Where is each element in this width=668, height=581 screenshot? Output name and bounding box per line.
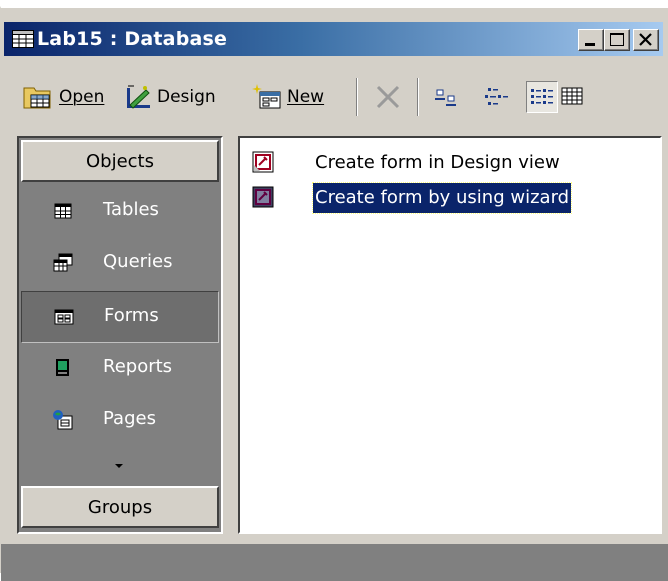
page-icon [53, 410, 73, 430]
status-bar [1, 544, 668, 581]
small-icons-icon [485, 88, 508, 105]
forms-list-pane: Create form in Design view Create form b… [238, 136, 662, 534]
object-item-forms[interactable]: Forms [21, 291, 219, 343]
list-view-button[interactable] [526, 81, 558, 113]
query-icon [53, 253, 73, 272]
open-button[interactable]: Open [22, 80, 104, 114]
close-icon [639, 33, 652, 46]
form-icon [54, 309, 74, 325]
object-item-label: Forms [104, 305, 159, 326]
delete-button[interactable] [372, 80, 404, 114]
groups-header-label: Groups [87, 496, 153, 518]
new-icon [252, 84, 281, 109]
design-label: Design [157, 87, 216, 107]
close-button[interactable] [633, 29, 659, 51]
minimize-button[interactable] [578, 29, 604, 51]
list-icon [531, 89, 553, 104]
database-toolbar: Open Design New [4, 60, 663, 132]
object-item-label: Queries [103, 251, 173, 272]
design-icon [127, 85, 150, 109]
database-window: Lab15 : Database Open Design New Objects… [0, 6, 668, 581]
report-icon [56, 359, 69, 376]
object-item-reports[interactable]: Reports [21, 343, 219, 395]
design-button[interactable]: Design [124, 80, 216, 114]
open-label: Open [59, 87, 105, 107]
table-icon [54, 203, 72, 219]
large-icons-view-button[interactable] [432, 81, 464, 113]
list-item-label: Create form by using wizard [311, 182, 573, 214]
objects-header-button[interactable]: Objects [21, 140, 219, 182]
objects-bar: Objects Tables Queries Forms Reports Pag… [17, 136, 223, 534]
minimize-icon [585, 43, 595, 46]
toolbar-separator [356, 78, 358, 116]
object-item-tables[interactable]: Tables [21, 186, 219, 238]
design-view-shortcut-icon [252, 151, 274, 173]
delete-icon [376, 85, 400, 109]
details-icon [561, 87, 583, 105]
list-item-label: Create form in Design view [315, 152, 560, 173]
large-icons-icon [435, 89, 456, 106]
object-item-label: Tables [103, 199, 159, 220]
toolbar-separator [417, 78, 419, 116]
new-label: New [287, 87, 325, 107]
object-item-label: Reports [103, 356, 173, 377]
window-title: Lab15 : Database [37, 28, 228, 50]
object-item-queries[interactable]: Queries [21, 238, 219, 290]
maximize-button[interactable] [604, 29, 630, 51]
details-view-button[interactable] [558, 81, 590, 113]
title-bar[interactable]: Lab15 : Database [4, 22, 663, 56]
maximize-icon [610, 33, 624, 46]
small-icons-view-button[interactable] [482, 81, 514, 113]
wizard-shortcut-icon [252, 186, 274, 208]
groups-header-button[interactable]: Groups [21, 486, 219, 528]
chevron-down-icon[interactable] [112, 461, 126, 471]
object-item-label: Pages [103, 408, 156, 429]
object-item-pages[interactable]: Pages [21, 395, 219, 447]
objects-header-label: Objects [85, 150, 154, 172]
database-icon [12, 30, 34, 48]
new-button[interactable]: New [250, 80, 324, 114]
open-icon [23, 87, 51, 109]
